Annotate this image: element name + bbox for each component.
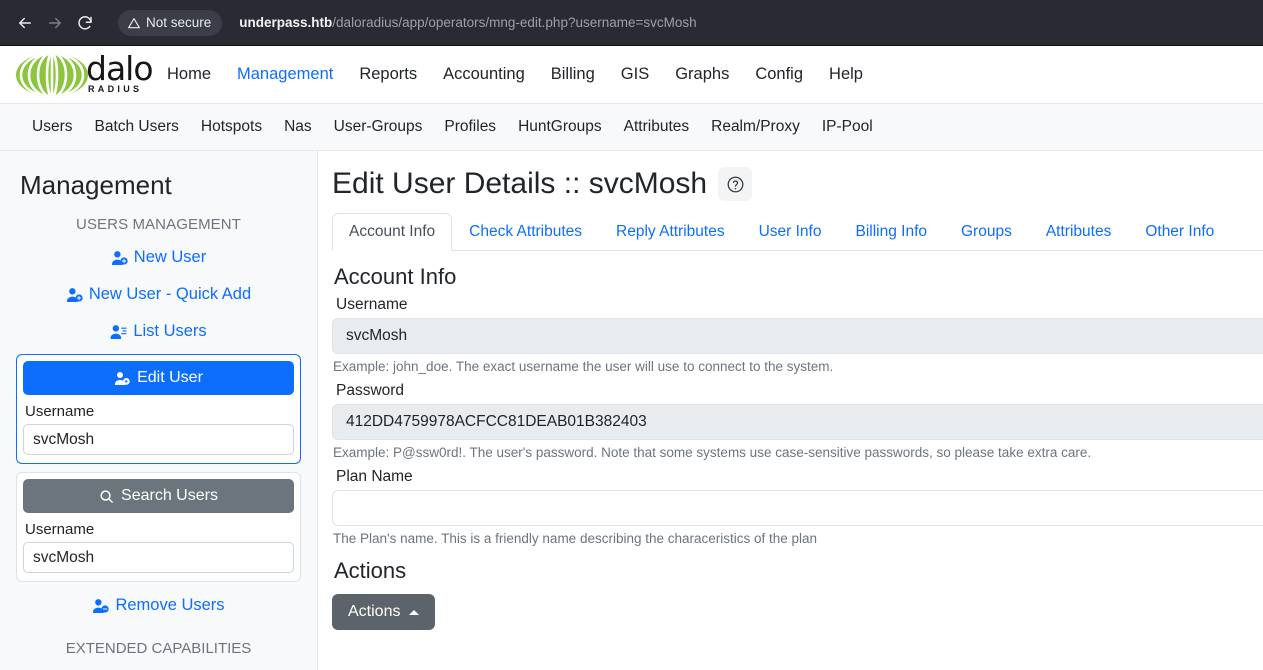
edit-user-username-input[interactable]: [23, 424, 294, 455]
sidebar-item-new-user-quick-add[interactable]: New User - Quick Add: [16, 276, 301, 313]
caret-up-icon: [409, 609, 420, 615]
topnav-item-graphs[interactable]: Graphs: [662, 57, 742, 92]
username-input[interactable]: [332, 318, 1263, 354]
person-lines-icon: [110, 325, 127, 339]
arrow-right-icon: [49, 17, 61, 28]
topnav-item-billing[interactable]: Billing: [538, 57, 608, 92]
daloradius-logo[interactable]: dalo RADIUS: [8, 50, 154, 100]
tab-reply-attributes[interactable]: Reply Attributes: [599, 213, 742, 251]
plan-name-input[interactable]: [332, 490, 1263, 526]
tab-groups[interactable]: Groups: [944, 213, 1029, 251]
section-heading-account-info: Account Info: [334, 264, 457, 289]
form-group-plan-name: Plan Name The Plan's name. This is a fri…: [332, 466, 1263, 552]
subnav-item-huntgroups[interactable]: HuntGroups: [507, 112, 613, 142]
topnav-item-gis[interactable]: GIS: [608, 57, 662, 92]
person-gear-icon: [115, 372, 130, 385]
edit-user-button[interactable]: Edit User: [23, 361, 294, 395]
topnav-item-accounting[interactable]: Accounting: [430, 57, 538, 92]
account-tabs: Account Info Check Attributes Reply Attr…: [332, 213, 1263, 251]
tab-other-info[interactable]: Other Info: [1128, 213, 1231, 251]
top-navbar-links: Home Management Reports Accounting Billi…: [154, 57, 876, 92]
sidebar-item-label: Remove Users: [115, 596, 225, 614]
form-group-password: Password Example: P@ssw0rd!. The user's …: [332, 380, 1263, 466]
edit-user-card: Edit User Username: [16, 354, 301, 464]
page-title: Edit User Details :: svcMosh: [332, 167, 708, 200]
sidebar: Management USERS MANAGEMENT New User New…: [0, 151, 318, 670]
search-users-username-input[interactable]: [23, 542, 294, 573]
search-users-card: Search Users Username: [16, 472, 301, 582]
subnav-item-realm-proxy[interactable]: Realm/Proxy: [700, 112, 811, 142]
subnav-item-users[interactable]: Users: [21, 112, 83, 142]
topnav-item-config[interactable]: Config: [742, 57, 816, 92]
tab-user-info[interactable]: User Info: [742, 213, 839, 251]
plan-name-help-text: The Plan's name. This is a friendly name…: [333, 531, 818, 546]
sidebar-section-users-management: USERS MANAGEMENT: [76, 216, 241, 233]
globe-logo-icon: [16, 52, 88, 97]
tab-account-info[interactable]: Account Info: [332, 213, 453, 251]
logo-wordmark: dalo: [86, 49, 154, 89]
url-text: underpass.htb/daloradius/app/operators/m…: [239, 15, 696, 30]
subnav-item-batch-users[interactable]: Batch Users: [83, 112, 189, 142]
edit-user-button-label: Edit User: [137, 369, 203, 386]
edit-user-username-label: Username: [25, 403, 95, 420]
browser-reload-button[interactable]: [70, 8, 100, 38]
password-help-text: Example: P@ssw0rd!. The user's password.…: [333, 445, 1092, 460]
browser-back-button[interactable]: [10, 8, 40, 38]
browser-chrome: Not secure underpass.htb/daloradius/app/…: [0, 0, 1263, 46]
security-status-badge[interactable]: Not secure: [118, 9, 223, 36]
password-label: Password: [336, 382, 405, 399]
security-status-label: Not secure: [146, 15, 212, 30]
topnav-item-help[interactable]: Help: [816, 57, 876, 92]
address-bar[interactable]: Not secure underpass.htb/daloradius/app/…: [108, 8, 1253, 38]
help-button[interactable]: [718, 167, 753, 201]
subnav-item-user-groups[interactable]: User-Groups: [323, 112, 434, 142]
sidebar-section-extended-capabilities: EXTENDED CAPABILITIES: [65, 640, 252, 657]
sidebar-item-label: New User - Quick Add: [88, 285, 252, 303]
username-help-text: Example: john_doe. The exact username th…: [333, 359, 834, 374]
tab-attributes[interactable]: Attributes: [1029, 213, 1128, 251]
top-navbar: dalo RADIUS Home Management Reports Acco…: [0, 46, 1263, 104]
topnav-item-reports[interactable]: Reports: [346, 57, 430, 92]
warning-triangle-icon: [128, 17, 140, 28]
sidebar-title: Management: [20, 170, 172, 200]
sub-navbar: Users Batch Users Hotspots Nas User-Grou…: [0, 104, 1263, 151]
topnav-item-management[interactable]: Management: [224, 57, 346, 92]
url-path: /daloradius/app/operators/mng-edit.php?u…: [332, 15, 697, 30]
tab-check-attributes[interactable]: Check Attributes: [452, 213, 599, 251]
form-group-username: Username Example: john_doe. The exact us…: [332, 294, 1263, 380]
person-minus-icon: [93, 599, 110, 613]
subnav-item-nas[interactable]: Nas: [273, 112, 323, 142]
person-plus-icon: [66, 288, 83, 302]
section-heading-actions: Actions: [334, 558, 407, 583]
username-label: Username: [336, 296, 408, 313]
search-icon: [100, 489, 113, 503]
password-input[interactable]: [332, 404, 1263, 440]
sidebar-item-list-users[interactable]: List Users: [16, 313, 301, 350]
plan-name-label: Plan Name: [336, 468, 413, 485]
reload-icon: [78, 15, 92, 30]
subnav-item-hotspots[interactable]: Hotspots: [190, 112, 273, 142]
sidebar-item-label: List Users: [133, 322, 207, 340]
search-users-username-label: Username: [25, 521, 95, 538]
url-host: underpass.htb: [239, 15, 333, 30]
main-content: Edit User Details :: svcMosh Account Inf…: [318, 151, 1263, 670]
topnav-item-home[interactable]: Home: [154, 57, 224, 92]
browser-forward-button[interactable]: [40, 8, 70, 38]
subnav-item-profiles[interactable]: Profiles: [433, 112, 507, 142]
question-circle-icon: [727, 176, 744, 192]
arrow-left-icon: [19, 17, 31, 28]
page-title-row: Edit User Details :: svcMosh: [332, 167, 1263, 213]
search-users-button-label: Search Users: [121, 487, 218, 504]
sidebar-item-new-user[interactable]: New User: [16, 239, 301, 276]
subnav-item-attributes[interactable]: Attributes: [613, 112, 700, 142]
person-plus-icon: [111, 251, 128, 265]
search-users-button[interactable]: Search Users: [23, 479, 294, 513]
sidebar-item-label: New User: [133, 248, 207, 266]
actions-dropdown-button[interactable]: Actions: [332, 594, 436, 630]
logo-subtext: RADIUS: [88, 83, 143, 94]
subnav-item-ip-pool[interactable]: IP-Pool: [811, 112, 884, 142]
actions-dropdown-label: Actions: [348, 603, 401, 620]
tab-billing-info[interactable]: Billing Info: [838, 213, 944, 251]
sidebar-item-remove-users[interactable]: Remove Users: [16, 582, 301, 624]
